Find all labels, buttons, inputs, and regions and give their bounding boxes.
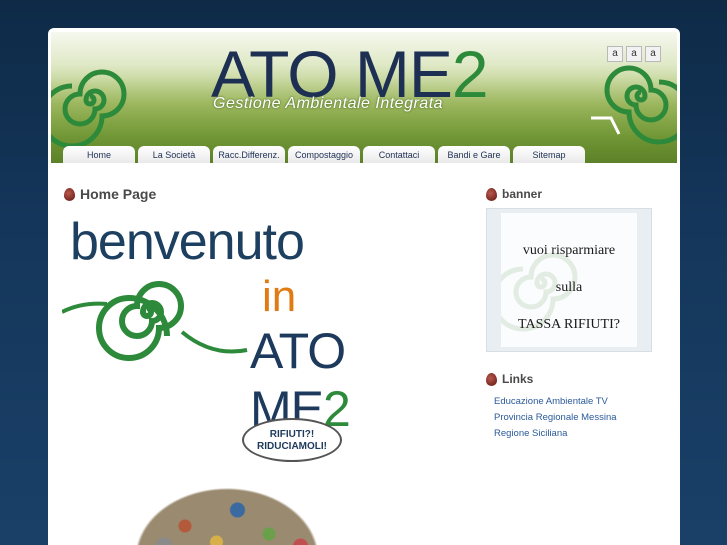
links-heading: Links: [486, 370, 533, 388]
tab-bandi-e-gare[interactable]: Bandi e Gare: [438, 146, 510, 163]
bullet-drop-icon: [486, 187, 497, 201]
site-header: ATO ME2 Gestione Ambientale Integrata a …: [51, 32, 677, 163]
link-regione-siciliana[interactable]: Regione Siciliana: [494, 426, 664, 442]
left-spiral-icon: [51, 69, 127, 149]
bullet-drop-icon: [64, 187, 75, 201]
banner-line-2: sulla: [555, 280, 583, 295]
welcome-image: benvenuto in ATO ME2 RIFIUTI?! RIDUCIAMO…: [62, 210, 432, 545]
banner-line-3: TASSA RIFIUTI?: [518, 317, 620, 332]
main-nav: Home La Società Racc.Differenz. Composta…: [63, 146, 673, 163]
banner-heading-text: banner: [502, 187, 543, 201]
bullet-drop-icon: [486, 372, 497, 386]
logo-subtitle: Gestione Ambientale Integrata: [213, 95, 444, 112]
font-size-large-button[interactable]: a: [645, 46, 661, 62]
tab-la-societa[interactable]: La Società: [138, 146, 210, 163]
font-size-small-button[interactable]: a: [607, 46, 623, 62]
bubble-line-1: RIFIUTI?!: [269, 429, 315, 440]
speech-bubble: RIFIUTI?! RIDUCIAMOLI!: [242, 418, 342, 462]
link-provincia-regionale-messina[interactable]: Provincia Regionale Messina: [494, 410, 664, 426]
banner-inner: vuoi risparmiare sulla TASSA RIFIUTI?: [501, 213, 637, 347]
trash-pile-illustration: [122, 478, 332, 545]
links-list: Educazione Ambientale TV Provincia Regio…: [494, 394, 664, 442]
tab-racc-differenz[interactable]: Racc.Differenz.: [213, 146, 285, 163]
banner-heading: banner: [486, 185, 542, 203]
welcome-spiral-icon: [62, 281, 248, 361]
welcome-line-benvenuto: benvenuto: [70, 213, 305, 271]
welcome-line-in: in: [262, 272, 297, 321]
font-size-switcher: a a a: [607, 46, 667, 62]
tab-home[interactable]: Home: [63, 146, 135, 163]
tab-compostaggio[interactable]: Compostaggio: [288, 146, 360, 163]
tab-contattaci[interactable]: Contattaci: [363, 146, 435, 163]
font-size-medium-button[interactable]: a: [626, 46, 642, 62]
page-title: Home Page: [64, 184, 156, 204]
tab-sitemap[interactable]: Sitemap: [513, 146, 585, 163]
page-container: ATO ME2 Gestione Ambientale Integrata a …: [48, 28, 680, 545]
links-heading-text: Links: [502, 372, 534, 386]
tassa-rifiuti-banner[interactable]: vuoi risparmiare sulla TASSA RIFIUTI?: [486, 208, 652, 352]
bubble-line-2: RIDUCIAMOLI!: [257, 441, 327, 452]
page-title-text: Home Page: [80, 186, 157, 202]
link-educazione-ambientale-tv[interactable]: Educazione Ambientale TV: [494, 394, 664, 410]
banner-line-1: vuoi risparmiare: [522, 243, 616, 258]
